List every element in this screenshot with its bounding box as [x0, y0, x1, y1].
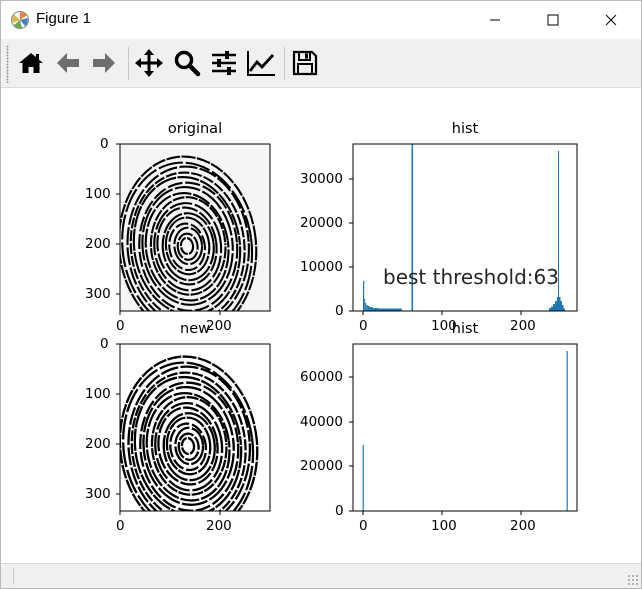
line-chart-icon [247, 51, 275, 76]
new-xtick-label: 200 [206, 518, 232, 534]
hist-bottom-xtick-label: 100 [431, 518, 457, 534]
hist-top-ytick-label: 10000 [300, 259, 343, 275]
pan-button[interactable] [132, 46, 166, 80]
hist-top-xtick-label: 200 [510, 318, 536, 334]
maximize-icon [547, 14, 559, 26]
magnifier-icon [174, 50, 201, 77]
status-divider [13, 568, 14, 585]
hist-top-ytick-label: 0 [335, 303, 344, 319]
matplotlib-app-icon [11, 11, 29, 29]
new-xtick-label: 0 [116, 518, 125, 534]
toolbar-separator [284, 47, 285, 80]
hist-top-ytick-label: 30000 [300, 171, 343, 187]
hist-top-xtick-label: 0 [359, 318, 368, 334]
hist-top-ytick-label: 20000 [300, 215, 343, 231]
maximize-button[interactable] [524, 1, 582, 39]
new-ytick-label: 200 [85, 436, 111, 452]
original-ytick-label: 0 [100, 136, 109, 152]
new-ytick-label: 0 [100, 336, 109, 352]
toolbar-separator [128, 47, 129, 80]
close-button[interactable] [582, 1, 640, 39]
hist-bottom-ytick-label: 40000 [300, 414, 343, 430]
move-icon [135, 49, 163, 77]
title-bar[interactable]: Figure 1 [1, 1, 641, 39]
arrow-left-icon [57, 53, 79, 73]
figure-canvas[interactable]: original hist new hist 0 100 200 300 0 2… [1, 89, 641, 563]
best-threshold-annotation: best threshold:63 [383, 265, 559, 289]
sliders-icon [212, 51, 236, 75]
original-ytick-label: 200 [85, 236, 111, 252]
hist-bottom-ytick-label: 60000 [300, 369, 343, 385]
close-icon [605, 14, 617, 26]
original-ytick-label: 100 [85, 186, 111, 202]
toolbar-grip[interactable] [6, 45, 9, 83]
minimize-icon [490, 19, 500, 21]
home-button[interactable] [14, 46, 48, 80]
hist-top-title: hist [451, 121, 479, 137]
original-title: original [167, 121, 223, 137]
window-title: Figure 1 [36, 10, 92, 27]
configure-subplots-button[interactable] [207, 46, 241, 80]
zoom-button[interactable] [170, 46, 204, 80]
forward-button[interactable] [87, 46, 121, 80]
resize-grip-icon[interactable] [627, 574, 639, 586]
edit-axes-button[interactable] [244, 46, 278, 80]
back-button[interactable] [51, 46, 85, 80]
minimize-button[interactable] [466, 1, 524, 39]
navigation-toolbar [1, 39, 641, 88]
new-ytick-label: 300 [85, 486, 111, 502]
home-icon [19, 53, 43, 73]
status-bar [1, 563, 641, 588]
original-ytick-label: 300 [85, 286, 111, 302]
hist-bottom-ytick-label: 20000 [300, 458, 343, 474]
hist-bottom-xtick-label: 0 [359, 518, 368, 534]
hist-top-xtick-label: 100 [431, 318, 457, 334]
figure-window: Figure 1 original hist new hist 0 100 20… [0, 0, 642, 589]
new-ytick-label: 100 [85, 386, 111, 402]
original-xtick-label: 0 [116, 318, 125, 334]
floppy-disk-icon [292, 50, 318, 76]
original-xtick-label: 200 [206, 318, 232, 334]
hist-bottom-ytick-label: 0 [335, 503, 344, 519]
hist-bottom-xtick-label: 200 [510, 518, 536, 534]
save-button[interactable] [288, 46, 322, 80]
arrow-right-icon [93, 53, 115, 73]
hist-bottom-axes-background [353, 344, 577, 511]
